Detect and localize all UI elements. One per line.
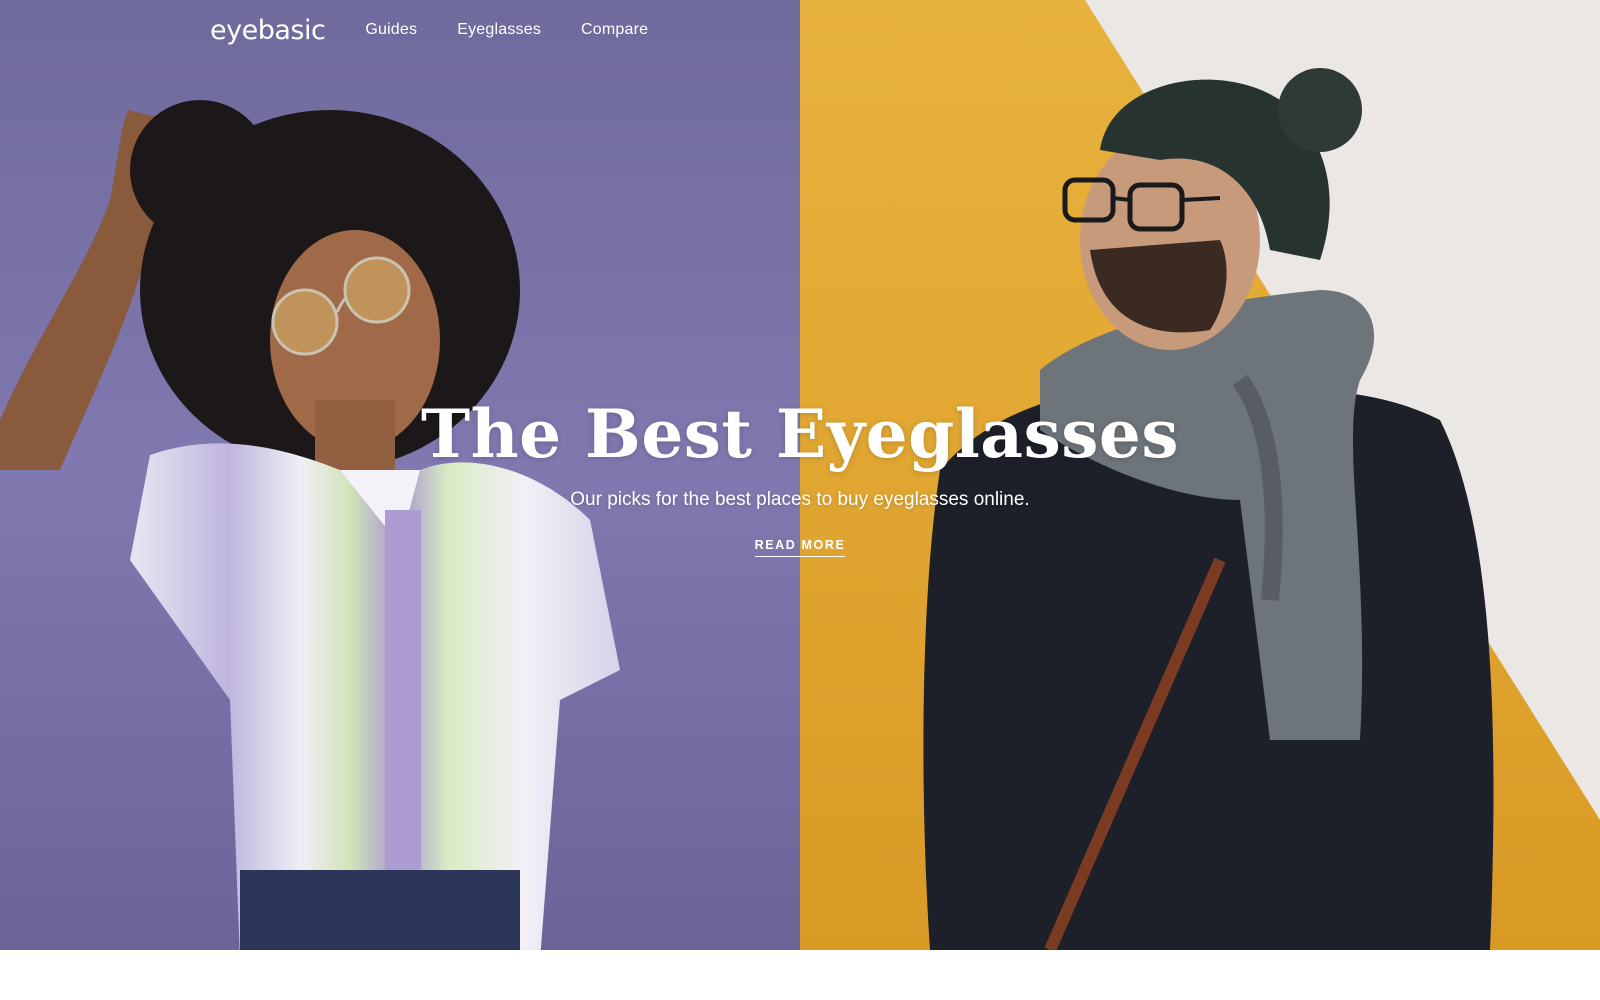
site-logo[interactable]: eyebasic xyxy=(210,15,326,46)
right-hero-photo xyxy=(800,0,1600,950)
read-more-link[interactable]: READ MORE xyxy=(754,538,846,557)
left-hero-photo xyxy=(0,0,800,950)
nav-link-eyeglasses[interactable]: Eyeglasses xyxy=(457,21,541,39)
hero-section: eyebasic Guides Eyeglasses Compare The B… xyxy=(0,0,1600,950)
nav-link-guides[interactable]: Guides xyxy=(365,21,417,39)
man-with-beanie-and-scarf-photo xyxy=(800,0,1600,950)
nav-link-compare[interactable]: Compare xyxy=(581,21,648,39)
hero-cta-container: READ MORE xyxy=(0,536,1600,557)
hero-subtitle: Our picks for the best places to buy eye… xyxy=(570,489,1030,510)
hero-title: The Best Eyeglasses xyxy=(420,395,1180,473)
woman-with-round-glasses-photo xyxy=(0,0,800,950)
top-navigation: eyebasic Guides Eyeglasses Compare xyxy=(210,12,688,48)
